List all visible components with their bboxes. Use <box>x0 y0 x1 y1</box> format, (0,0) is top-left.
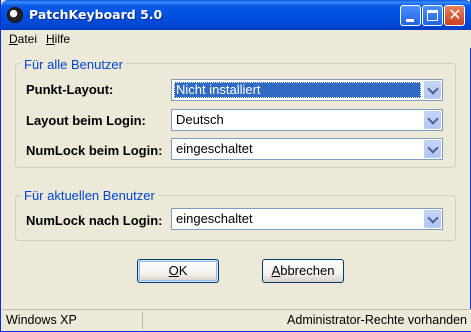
numlock-login-value: eingeschaltet <box>176 141 253 156</box>
menu-hilfe[interactable]: Hilfe <box>46 32 70 46</box>
menu-datei-label: atei <box>17 32 38 46</box>
menu-bar: Datei Hilfe <box>2 30 471 48</box>
group-current-user-title: Für aktuellen Benutzer <box>21 188 158 203</box>
cancel-button[interactable]: Abbrechen <box>262 259 344 283</box>
numlock-login-label: NumLock beim Login: <box>26 143 163 158</box>
close-button[interactable]: ✕ <box>444 5 465 26</box>
status-bar: Windows XP Administrator-Rechte vorhande… <box>2 309 471 331</box>
ok-button[interactable]: OK <box>137 259 219 283</box>
chevron-down-icon[interactable] <box>424 210 441 228</box>
menu-hilfe-mnemonic: H <box>46 32 55 46</box>
status-rights: Administrator-Rechte vorhanden <box>287 313 467 327</box>
minimize-icon <box>406 19 414 22</box>
menu-datei[interactable]: Datei <box>9 32 37 46</box>
group-all-users-title: Für alle Benutzer <box>21 57 126 72</box>
main-window: PatchKeyboard 5.0 ✕ Datei Hilfe Für alle… <box>0 0 471 332</box>
punkt-layout-value: Nicht installiert <box>174 82 421 98</box>
maximize-button[interactable] <box>422 5 443 26</box>
chevron-down-icon[interactable] <box>424 81 441 99</box>
maximize-icon <box>427 10 438 21</box>
numlock-after-login-value: eingeschaltet <box>176 211 253 226</box>
chevron-down-icon[interactable] <box>424 111 441 129</box>
window-title: PatchKeyboard 5.0 <box>29 7 163 22</box>
menu-datei-mnemonic: D <box>9 32 18 46</box>
numlock-after-login-label: NumLock nach Login: <box>26 213 163 228</box>
cancel-label: bbrechen <box>280 263 335 278</box>
title-bar[interactable]: PatchKeyboard 5.0 ✕ <box>1 0 471 30</box>
layout-login-select[interactable]: Deutsch <box>171 109 443 131</box>
ok-mnemonic: O <box>168 263 179 278</box>
menu-hilfe-label: ilfe <box>54 32 71 46</box>
punkt-layout-select[interactable]: Nicht installiert <box>171 79 443 101</box>
layout-login-value: Deutsch <box>176 112 224 127</box>
numlock-login-select[interactable]: eingeschaltet <box>171 138 443 160</box>
status-os: Windows XP <box>6 313 77 327</box>
yin-yang-icon[interactable] <box>7 7 23 23</box>
ok-label: K <box>178 263 188 278</box>
close-icon: ✕ <box>448 5 462 24</box>
punkt-layout-label: Punkt-Layout: <box>26 82 114 97</box>
chevron-down-icon[interactable] <box>424 140 441 158</box>
numlock-after-login-select[interactable]: eingeschaltet <box>171 208 443 230</box>
status-divider <box>142 312 143 329</box>
cancel-mnemonic: A <box>271 263 281 278</box>
minimize-button[interactable] <box>400 5 421 26</box>
layout-login-label: Layout beim Login: <box>26 113 146 128</box>
